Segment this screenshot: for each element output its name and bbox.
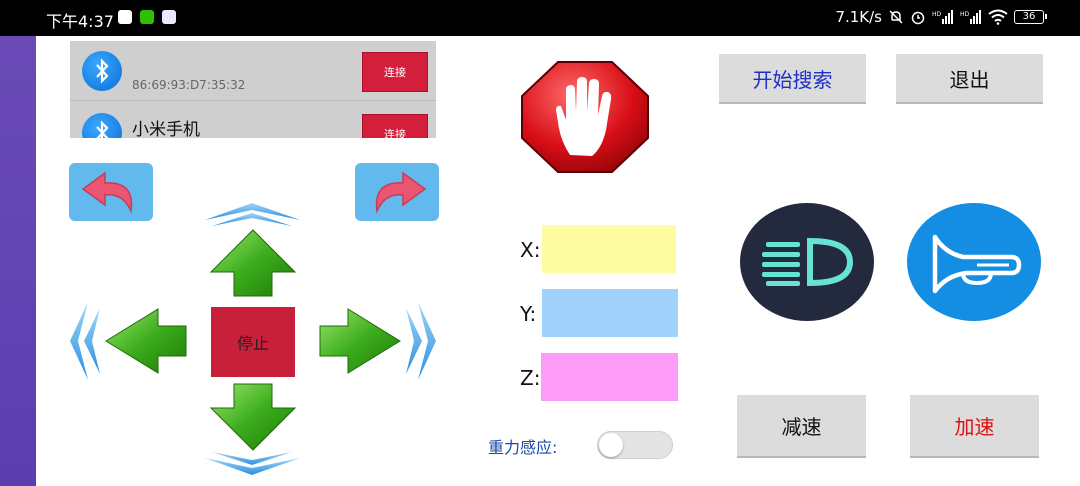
bluetooth-icon [82, 51, 122, 91]
stop-button[interactable]: 停止 [211, 307, 295, 377]
net-speed: 7.1K/s [835, 8, 882, 26]
gravity-sensing-label: 重力感应: [488, 438, 558, 457]
battery-icon: 36 [1014, 10, 1047, 24]
mute-icon [889, 10, 903, 24]
exit-button[interactable]: 退出 [896, 54, 1043, 104]
y-value-field [542, 289, 678, 337]
wifi-icon [988, 9, 1008, 25]
x-axis-label: X: [520, 238, 541, 262]
signal-icon: HD [932, 10, 953, 24]
z-axis-label: Z: [520, 366, 541, 390]
right-chevron-icon[interactable] [406, 302, 436, 380]
status-bar: 下午4:37 7.1K/s HD HD 36 [0, 0, 1080, 36]
headlight-icon[interactable] [740, 203, 874, 321]
device-list-item[interactable]: 小米手机 连接 [70, 103, 436, 138]
device-list-item[interactable]: 86:69:93:D7:35:32 连接 [70, 41, 436, 101]
signal-hd-label: HD [932, 11, 942, 18]
x-value-field [542, 225, 676, 273]
left-arrow-button[interactable] [105, 308, 187, 374]
bluetooth-icon [82, 113, 122, 138]
slow-down-button[interactable]: 减速 [737, 395, 866, 458]
left-edge-panel [0, 36, 36, 486]
app-notification-icon [162, 10, 176, 24]
qq-notification-icon [118, 10, 132, 24]
z-value-field [541, 353, 678, 401]
signal-icon-2: HD [960, 10, 981, 24]
speed-up-button[interactable]: 加速 [910, 395, 1039, 458]
down-arrow-button[interactable] [209, 383, 297, 451]
stop-hand-icon[interactable] [520, 60, 650, 174]
left-chevron-icon[interactable] [70, 302, 100, 380]
signal-hd-label-2: HD [960, 11, 970, 18]
toggle-knob [599, 433, 623, 457]
status-time: 下午4:37 [46, 12, 114, 31]
gravity-sensing-toggle[interactable] [597, 431, 673, 459]
device-name: 小米手机 [132, 120, 200, 138]
up-chevron-icon[interactable] [205, 203, 300, 226]
right-arrow-button[interactable] [319, 308, 401, 374]
device-list[interactable]: 86:69:93:D7:35:32 连接 小米手机 连接 [70, 41, 436, 138]
alarm-icon [911, 11, 925, 25]
y-axis-label: Y: [520, 302, 537, 326]
device-address: 86:69:93:D7:35:32 [132, 78, 246, 92]
horn-icon[interactable] [907, 203, 1041, 321]
battery-level: 36 [1022, 11, 1036, 22]
status-right: 7.1K/s HD HD 36 [835, 8, 1047, 26]
down-chevron-icon[interactable] [205, 452, 300, 475]
up-arrow-button[interactable] [209, 229, 297, 297]
start-search-button[interactable]: 开始搜索 [719, 54, 866, 104]
connect-button[interactable]: 连接 [362, 52, 428, 92]
wechat-notification-icon [140, 10, 154, 24]
connect-button[interactable]: 连接 [362, 114, 428, 138]
